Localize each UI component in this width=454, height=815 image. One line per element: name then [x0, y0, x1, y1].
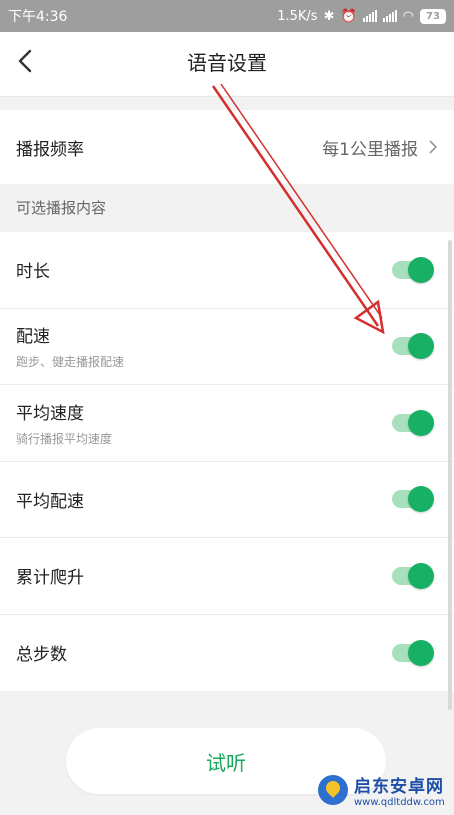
- average-pace-toggle[interactable]: [392, 486, 434, 513]
- site-logo-icon: [318, 775, 348, 805]
- item-title: 平均配速: [16, 491, 84, 512]
- item-title: 累计爬升: [16, 568, 84, 589]
- status-icons: 1.5K/s ✱ ⏰ ◠ 73: [277, 8, 446, 24]
- status-bar: 下午4:36 1.5K/s ✱ ⏰ ◠ 73: [0, 0, 454, 32]
- item-title: 平均速度: [16, 403, 84, 424]
- watermark-url: www.qdltddw.com: [354, 797, 445, 808]
- list-item-pace: 配速 跑步、健走播报配速: [0, 309, 454, 385]
- list-item-average-pace: 平均配速: [0, 462, 454, 538]
- chevron-right-icon: [429, 140, 438, 154]
- item-subtitle: 跑步、健走播报配速: [16, 355, 125, 370]
- list-item-average-speed: 平均速度 骑行播报平均速度: [0, 385, 454, 462]
- frequency-value: 每1公里播报: [322, 139, 418, 160]
- bluetooth-icon: ✱: [323, 8, 335, 24]
- list-item-total-climb: 累计爬升: [0, 538, 454, 615]
- battery-icon: 73: [420, 8, 446, 24]
- network-speed: 1.5K/s: [277, 8, 318, 24]
- total-climb-toggle[interactable]: [392, 562, 434, 589]
- watermark-name: 启东安卓网: [354, 777, 444, 797]
- broadcast-frequency-row[interactable]: 播报频率 每1公里播报: [0, 110, 454, 184]
- item-title: 配速: [16, 327, 50, 348]
- watermark: 启东安卓网 www.qdltddw.com: [318, 772, 445, 808]
- chevron-left-icon: [18, 49, 32, 73]
- frequency-label: 播报频率: [16, 139, 84, 160]
- list-item-duration: 时长: [0, 232, 454, 309]
- item-subtitle: 骑行播报平均速度: [16, 431, 113, 446]
- frequency-value-group: 每1公里播报: [322, 135, 438, 160]
- navigation-bar: 语音设置: [0, 32, 454, 90]
- alarm-icon: ⏰: [340, 8, 357, 24]
- page-title: 语音设置: [187, 50, 267, 75]
- wifi-icon: ◠: [402, 8, 414, 24]
- section-header: 可选播报内容: [16, 199, 107, 217]
- item-title: 总步数: [16, 645, 67, 666]
- broadcast-content-list: 时长 配速 跑步、健走播报配速 平均速度 骑行播报平均速度 平均配速 累计爬升 …: [0, 232, 454, 691]
- list-item-total-steps: 总步数: [0, 615, 454, 692]
- signal-icon: [382, 10, 397, 22]
- average-speed-toggle[interactable]: [392, 409, 434, 436]
- status-time: 下午4:36: [8, 9, 68, 25]
- signal-icon: [362, 10, 377, 22]
- pace-toggle[interactable]: [392, 333, 434, 360]
- item-title: 时长: [16, 262, 50, 283]
- scrollbar[interactable]: [448, 240, 452, 710]
- back-button[interactable]: [12, 46, 42, 76]
- top-divider: [0, 90, 454, 97]
- duration-toggle[interactable]: [392, 256, 434, 283]
- total-steps-toggle[interactable]: [392, 639, 434, 666]
